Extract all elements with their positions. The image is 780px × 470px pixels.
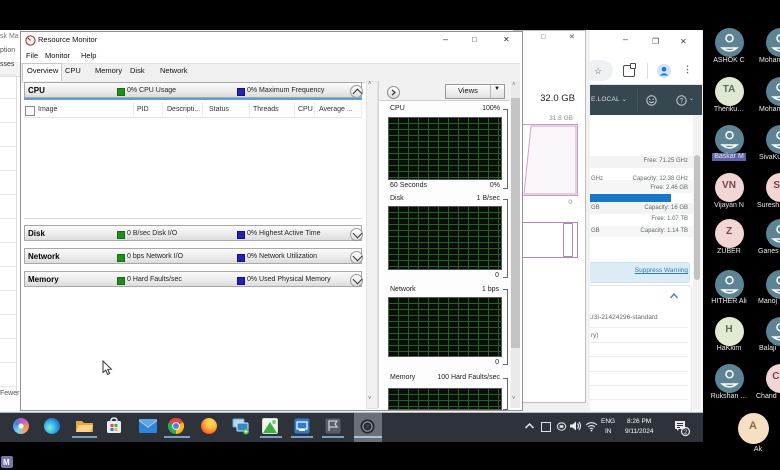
svg-text:?: ? (680, 98, 684, 105)
